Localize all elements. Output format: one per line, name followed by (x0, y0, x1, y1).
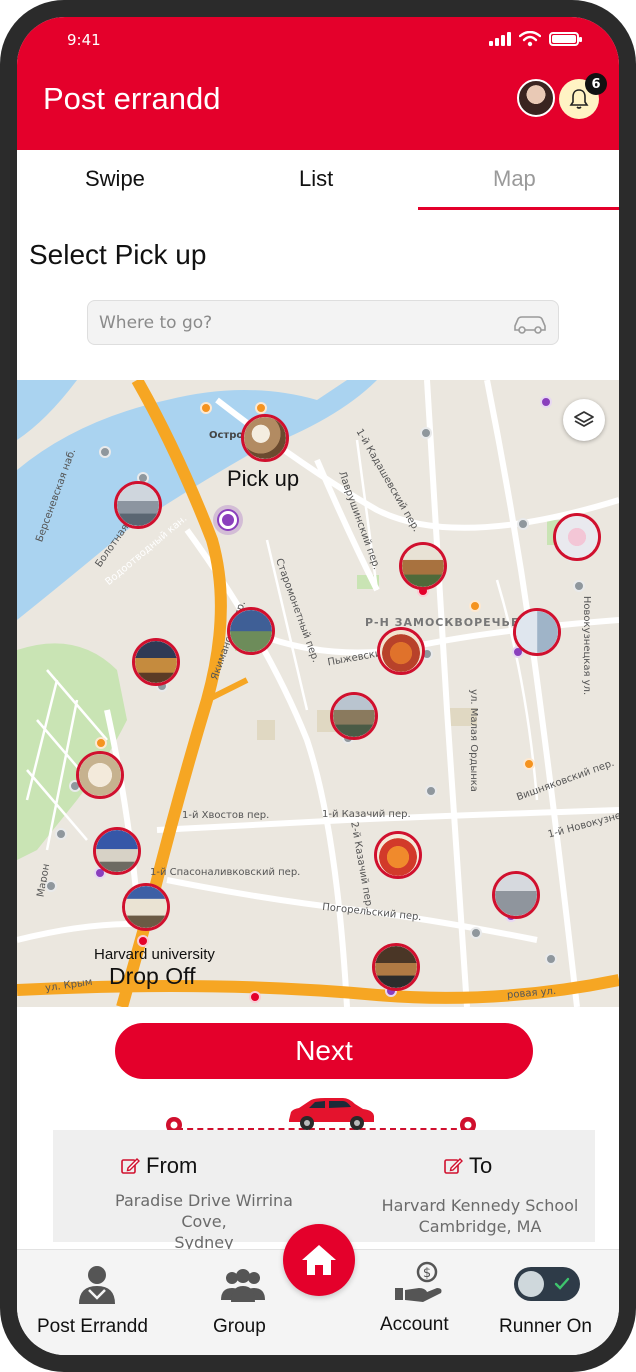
poi-dot[interactable] (540, 396, 552, 408)
dropoff-pin[interactable] (122, 883, 170, 931)
avatar[interactable] (517, 79, 555, 117)
poi-dot[interactable] (469, 600, 481, 612)
dropoff-label: Drop Off (109, 963, 196, 989)
to-label: To (469, 1153, 493, 1178)
map-view[interactable]: Остров Р-Н ЗАМОСКВОРЕЧЬЕ 1-й Хвостов пер… (17, 380, 619, 1007)
poi-dot[interactable] (470, 927, 482, 939)
car-icon[interactable] (512, 311, 548, 335)
map-pin[interactable] (553, 513, 601, 561)
map-pin[interactable] (399, 542, 447, 590)
from-address-line: Paradise Drive Wirrina Cove, (115, 1191, 293, 1231)
map-layers-button[interactable] (563, 399, 605, 441)
street-label: 1-й Спасоналивковский пер. (150, 867, 301, 878)
pickup-label: Pick up (227, 466, 300, 491)
poi-dot[interactable] (425, 785, 437, 797)
poi-dot[interactable] (420, 427, 432, 439)
street-label: ул. Малая Ордынка (467, 689, 479, 792)
edit-icon[interactable] (443, 1156, 463, 1176)
runner-toggle[interactable] (514, 1267, 580, 1301)
phone-frame: 9:41 Post errandd 6 Swipe List Map Selec… (0, 0, 636, 1372)
notification-badge: 6 (585, 73, 607, 95)
to-heading: To (443, 1153, 492, 1179)
poi-dot[interactable] (200, 402, 212, 414)
poi-dot[interactable] (99, 446, 111, 458)
nav-label: Group (213, 1316, 266, 1337)
poi-dot[interactable] (573, 580, 585, 592)
poi-dot[interactable] (55, 828, 67, 840)
poi-dot[interactable] (249, 991, 261, 1003)
poi-dot[interactable] (517, 518, 529, 530)
map-pin[interactable] (132, 638, 180, 686)
nav-group[interactable]: Group (197, 1250, 287, 1355)
from-label: From (146, 1153, 198, 1178)
from-heading: From (120, 1153, 197, 1179)
check-icon (554, 1277, 570, 1290)
nav-label: Account (380, 1314, 449, 1335)
tab-swipe[interactable]: Swipe (85, 166, 145, 192)
section-title: Select Pick up (29, 239, 207, 270)
account-icon: $ (395, 1261, 442, 1302)
nav-post-errandd[interactable]: Post Errandd (17, 1250, 177, 1355)
nav-account[interactable]: $ Account (367, 1250, 477, 1355)
group-icon (221, 1269, 265, 1302)
wifi-icon (519, 31, 541, 47)
map-pin[interactable] (374, 831, 422, 879)
poi-dot[interactable] (255, 402, 267, 414)
from-address: Paradise Drive Wirrina Cove, Sydney (91, 1190, 317, 1253)
to-address: Harvard Kennedy School Cambridge, MA (375, 1195, 585, 1237)
map-pin[interactable] (377, 627, 425, 675)
view-tabs: Swipe List Map (17, 150, 619, 212)
app-header: 9:41 Post errandd 6 (17, 17, 619, 150)
map-pin[interactable] (330, 692, 378, 740)
battery-icon (549, 32, 582, 46)
status-time: 9:41 (67, 31, 101, 49)
home-button[interactable] (283, 1224, 355, 1296)
pickup-pin[interactable] (241, 414, 289, 462)
toggle-knob (518, 1271, 544, 1297)
street-label: 1-й Казачий пер. (322, 809, 411, 820)
current-location-marker[interactable] (219, 511, 237, 529)
map-pin[interactable] (227, 607, 275, 655)
poi-dot[interactable] (523, 758, 535, 770)
tab-map[interactable]: Map (493, 166, 536, 192)
dropoff-place-name: Harvard university (94, 946, 215, 963)
person-icon (79, 1266, 115, 1304)
poi-dot[interactable] (45, 880, 57, 892)
signal-icon (489, 32, 511, 46)
search-input[interactable]: Where to go? (87, 300, 559, 345)
nav-label: Runner On (499, 1316, 592, 1337)
search-placeholder: Where to go? (99, 313, 213, 333)
poi-dot[interactable] (545, 953, 557, 965)
poi-dot[interactable] (95, 737, 107, 749)
map-pin[interactable] (492, 871, 540, 919)
map-pin[interactable] (93, 827, 141, 875)
nav-label: Post Errandd (37, 1316, 148, 1337)
to-address-line: Cambridge, MA (418, 1217, 542, 1236)
tab-list[interactable]: List (299, 166, 333, 192)
car-icon (289, 1098, 374, 1130)
map-pin[interactable] (372, 943, 420, 991)
status-icons (489, 31, 582, 47)
map-pin[interactable] (76, 751, 124, 799)
active-tab-indicator (418, 207, 619, 210)
to-address-line: Harvard Kennedy School (381, 1196, 579, 1215)
district-label: Р-Н ЗАМОСКВОРЕЧЬЕ (365, 616, 520, 629)
svg-text:$: $ (423, 1266, 431, 1281)
page-title: Post errandd (43, 81, 221, 116)
app-screen: 9:41 Post errandd 6 Swipe List Map Selec… (17, 17, 619, 1355)
home-icon (302, 1245, 336, 1275)
map-pin[interactable] (114, 481, 162, 529)
nav-runner-on[interactable]: Runner On (487, 1250, 619, 1355)
edit-icon[interactable] (120, 1156, 140, 1176)
layers-icon (574, 411, 594, 427)
street-label: Новокузнецкая ул. (581, 595, 593, 696)
next-button[interactable]: Next (115, 1023, 533, 1079)
map-pin[interactable] (513, 608, 561, 656)
street-label: 1-й Хвостов пер. (182, 810, 270, 821)
